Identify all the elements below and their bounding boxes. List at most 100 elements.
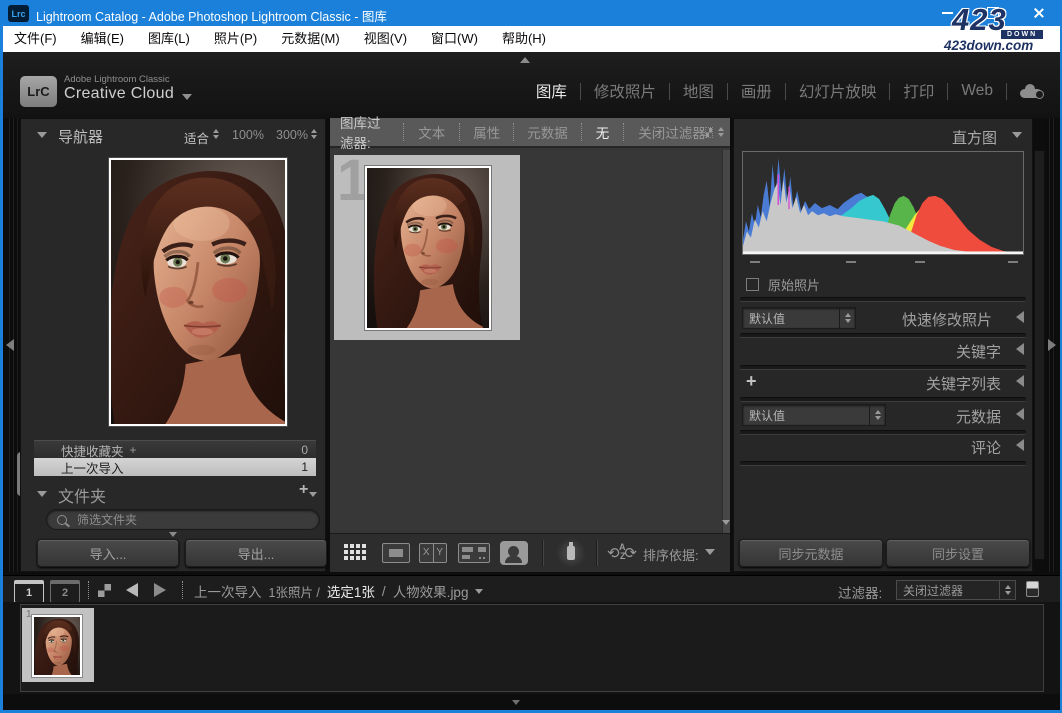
filmstrip-photo-frame[interactable] — [32, 615, 82, 677]
grid-cell-photo-frame[interactable] — [365, 166, 491, 330]
previous-photo-arrow[interactable] — [126, 583, 138, 597]
navigator-fit-spinner[interactable] — [213, 129, 219, 139]
filter-none[interactable]: 无 — [596, 122, 610, 142]
highlights-handle[interactable] — [915, 261, 925, 263]
painter-tool-icon[interactable] — [556, 538, 586, 568]
filmstrip-filter-label: 过滤器: — [838, 582, 882, 602]
survey-view-icon[interactable] — [458, 543, 490, 563]
close-button[interactable] — [1016, 0, 1062, 26]
quick-collection-add[interactable]: + — [130, 443, 137, 457]
quick-develop-expand-arrow[interactable] — [1016, 311, 1024, 323]
module-tab-map[interactable]: 地图 — [683, 80, 714, 102]
loupe-view-icon[interactable] — [382, 543, 410, 563]
navigator-zoom-100[interactable]: 100% — [232, 128, 264, 142]
collapse-left-panel-arrow[interactable] — [6, 339, 14, 351]
whites-handle[interactable] — [1008, 261, 1018, 263]
original-photo-row[interactable]: 原始照片 — [746, 275, 820, 294]
sync-settings-button[interactable]: 同步设置 — [886, 539, 1030, 567]
histogram-box[interactable] — [742, 151, 1024, 255]
cloud-sync-error-icon[interactable] — [1020, 84, 1044, 99]
grid-cell-selected[interactable]: 1 — [334, 155, 520, 340]
folders-collapse-arrow[interactable] — [37, 491, 47, 497]
main-window-button[interactable]: 1 — [14, 580, 44, 603]
filter-separator — [581, 123, 582, 141]
second-window-button[interactable]: 2 — [50, 580, 80, 603]
navigator-collapse-arrow[interactable] — [37, 132, 47, 138]
collapse-bottom-panel-arrow[interactable] — [512, 700, 520, 705]
grid-view-icon[interactable] — [344, 544, 366, 560]
keywording-expand-arrow[interactable] — [1016, 343, 1024, 355]
keyword-list-expand-arrow[interactable] — [1016, 375, 1024, 387]
comments-expand-arrow[interactable] — [1016, 439, 1024, 451]
quick-develop-preset-dropdown[interactable]: 默认值 — [742, 307, 856, 329]
sync-metadata-button[interactable]: 同步元数据 — [739, 539, 883, 567]
filter-metadata[interactable]: 元数据 — [527, 122, 568, 142]
menu-library[interactable]: 图库(L) — [136, 26, 202, 52]
filmstrip-cell-selected[interactable]: 1 — [22, 608, 94, 682]
module-tab-book[interactable]: 画册 — [741, 80, 772, 102]
expand-right-panel-arrow[interactable] — [1048, 339, 1056, 351]
metadata-expand-arrow[interactable] — [1016, 408, 1024, 420]
people-view-icon[interactable] — [500, 541, 528, 565]
module-tab-web[interactable]: Web — [961, 82, 993, 100]
shadows-handle[interactable] — [846, 261, 856, 263]
compare-view-icon[interactable]: X Y — [419, 543, 447, 563]
metadata-preset-dropdown[interactable]: 默认值 — [742, 404, 886, 426]
menu-view[interactable]: 视图(V) — [352, 26, 419, 52]
menu-photo[interactable]: 照片(P) — [202, 26, 269, 52]
next-photo-arrow[interactable] — [154, 583, 166, 597]
module-tab-print[interactable]: 打印 — [903, 80, 934, 102]
menu-window[interactable]: 窗口(W) — [419, 26, 490, 52]
folder-search-box[interactable] — [46, 509, 320, 530]
filmstrip-source-dropdown-arrow[interactable] — [475, 589, 483, 594]
metadata-title[interactable]: 元数据 — [956, 406, 1001, 427]
histogram-collapse-arrow[interactable] — [1012, 132, 1022, 138]
comments-title[interactable]: 评论 — [971, 437, 1001, 458]
filmstrip-cell-number: 1 — [26, 609, 32, 620]
maximize-button[interactable] — [970, 0, 1016, 26]
right-panel-scrollbar-track[interactable] — [1034, 150, 1045, 560]
folder-search-input[interactable] — [75, 512, 279, 528]
import-button[interactable]: 导入... — [37, 539, 179, 567]
add-folder-button[interactable]: + — [299, 483, 317, 497]
sort-by-label[interactable]: 排序依据: — [643, 545, 699, 564]
menu-metadata[interactable]: 元数据(M) — [269, 26, 352, 52]
thumbnail-grid-icon[interactable] — [706, 128, 712, 137]
navigator-preview[interactable] — [109, 158, 287, 426]
quick-develop-title[interactable]: 快速修改照片 — [902, 309, 992, 330]
menu-edit[interactable]: 编辑(E) — [69, 26, 136, 52]
navigator-zoom-fit[interactable]: 适合 — [184, 128, 209, 147]
export-button[interactable]: 导出... — [185, 539, 327, 567]
left-panel-splitter-arrow[interactable] — [169, 532, 177, 537]
collapse-top-panel-arrow[interactable] — [520, 57, 530, 63]
original-photo-checkbox[interactable] — [746, 278, 759, 291]
identity-dropdown-arrow[interactable] — [182, 94, 192, 100]
module-tab-develop[interactable]: 修改照片 — [594, 80, 656, 102]
sort-by-dropdown-arrow[interactable] — [705, 549, 715, 555]
module-tab-slideshow[interactable]: 幻灯片放映 — [799, 80, 877, 102]
quick-collection-row[interactable]: 快捷收藏夹 + 0 — [34, 440, 316, 459]
keyword-list-add[interactable]: + — [746, 371, 757, 392]
last-import-row[interactable]: 上一次导入 1 — [34, 458, 316, 476]
grid-scrollbar-track[interactable] — [722, 150, 730, 533]
filter-attribute[interactable]: 属性 — [473, 122, 500, 142]
keyword-list-title[interactable]: 关键字列表 — [926, 373, 1001, 394]
module-tab-library[interactable]: 图库 — [536, 80, 567, 102]
menu-help[interactable]: 帮助(H) — [490, 26, 558, 52]
navigator-zoom-300[interactable]: 300% — [276, 128, 308, 142]
keywording-title[interactable]: 关键字 — [956, 341, 1001, 362]
blacks-handle[interactable] — [750, 261, 760, 263]
minimize-button[interactable] — [924, 0, 970, 26]
panel-divider — [740, 365, 1026, 370]
grid-scrollbar-down-arrow[interactable] — [722, 520, 730, 525]
sort-direction-icon[interactable]: ⟲ A Z ⟳ — [607, 542, 637, 564]
menu-file[interactable]: 文件(F) — [2, 26, 69, 52]
grid-back-icon[interactable] — [98, 584, 111, 597]
filmstrip-filter-toggle[interactable] — [1026, 581, 1039, 597]
filter-preset-spinner[interactable] — [718, 127, 724, 137]
filmstrip-filter-dropdown[interactable]: 关闭过滤器 — [896, 580, 1016, 600]
filmstrip-breadcrumb[interactable]: 上一次导入 1张照片 / 选定1张 / 人物效果.jpg — [194, 581, 483, 601]
filter-text[interactable]: 文本 — [418, 122, 445, 142]
filter-preset[interactable]: 关闭过滤器 — [638, 122, 706, 142]
navigator-zoom-spinner[interactable] — [311, 129, 317, 139]
